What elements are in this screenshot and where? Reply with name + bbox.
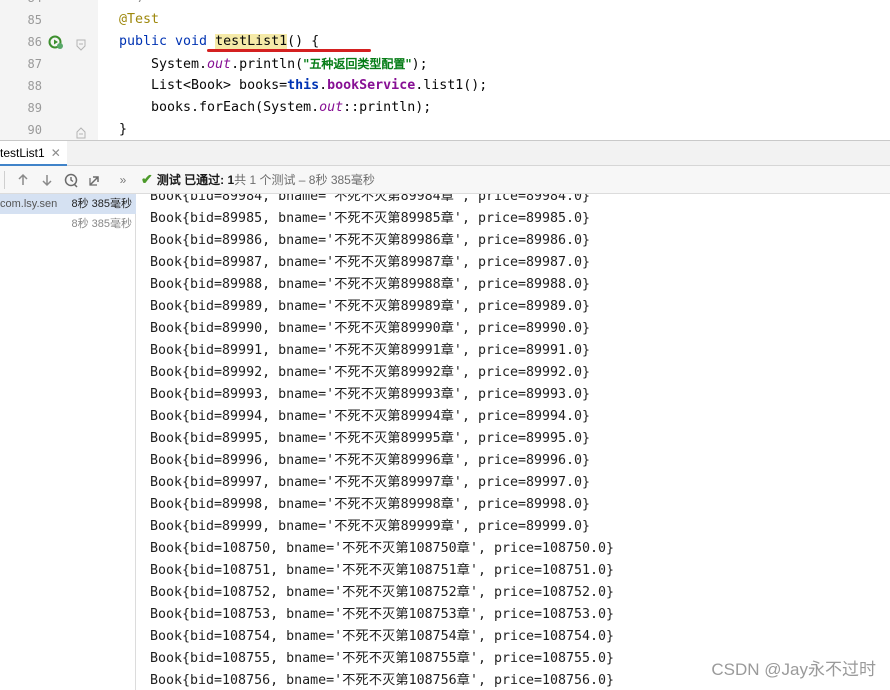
code-text: List<Book> books=	[151, 78, 288, 93]
console-line: Book{bid=108755, bname='不死不灭第108755章', p…	[150, 651, 615, 666]
more-icon[interactable]: »	[113, 170, 133, 190]
line-number: 85	[27, 13, 42, 27]
console-line: Book{bid=89998, bname='不死不灭第89998章', pri…	[150, 497, 591, 512]
code-line: 88 List<Book> books=this.bookService.lis…	[0, 75, 890, 97]
export-icon[interactable]	[85, 170, 105, 190]
status-count: 1	[227, 172, 235, 187]
arrow-up-icon[interactable]	[13, 170, 33, 190]
fold-marker-icon[interactable]	[76, 36, 86, 51]
toolbar-divider	[4, 170, 5, 189]
console-line: Book{bid=89994, bname='不死不灭第89994章', pri…	[150, 409, 591, 424]
code-statement: List<Book> books=this.bookService.list1(…	[151, 75, 487, 97]
test-status: ✔ 测试 已通过: 1 共 1 个测试 – 8秒 385毫秒	[141, 171, 375, 188]
code-statement: System.out.println("五种返回类型配置");	[151, 53, 428, 76]
code-text: ::println);	[343, 100, 432, 115]
console-line: Book{bid=89984, bname='不死不灭第89984章', pri…	[150, 194, 591, 204]
console-output[interactable]: Book{bid=89984, bname='不死不灭第89984章', pri…	[137, 194, 890, 690]
console-line: Book{bid=108753, bname='不死不灭第108753章', p…	[150, 607, 615, 622]
console-line: Book{bid=89991, bname='不死不灭第89991章', pri…	[150, 343, 591, 358]
console-line: Book{bid=89995, bname='不死不灭第89995章', pri…	[150, 431, 591, 446]
code-line: 90 }	[0, 119, 890, 140]
console-line: Book{bid=108752, bname='不死不灭第108752章', p…	[150, 585, 615, 600]
line-number: 89	[27, 101, 42, 115]
tree-item-time: 8秒 385毫秒	[71, 198, 132, 210]
console-line: Book{bid=108754, bname='不死不灭第108754章', p…	[150, 629, 615, 644]
code-text: books.forEach(System.	[151, 100, 320, 115]
console-line: Book{bid=89997, bname='不死不灭第89997章', pri…	[150, 475, 591, 490]
code-statement: books.forEach(System.out::println);	[151, 97, 431, 119]
console-line: Book{bid=89992, bname='不死不灭第89992章', pri…	[150, 365, 591, 380]
code-line: 87 System.out.println("五种返回类型配置");	[0, 53, 890, 75]
tab-label: testList1	[0, 145, 45, 160]
annotation-text: @Test	[119, 12, 160, 27]
status-summary: 共 1 个测试 – 8秒 385毫秒	[234, 173, 375, 187]
field-name: bookService	[327, 78, 416, 93]
keyword-text: this	[287, 78, 320, 93]
console-line: Book{bid=108751, bname='不死不灭第108751章', p…	[150, 563, 615, 578]
console-line: Book{bid=89990, bname='不死不灭第89990章', pri…	[150, 321, 591, 336]
console-line: Book{bid=89989, bname='不死不灭第89989章', pri…	[150, 299, 591, 314]
console-lines: Book{bid=89984, bname='不死不灭第89984章', pri…	[150, 194, 614, 690]
tree-item-name: com.lsy.sen	[0, 198, 58, 210]
keyword-text: public void	[119, 34, 216, 49]
status-passed: 已通过:	[184, 173, 225, 187]
tree-row[interactable]: com.lsy.sen 8秒 385毫秒	[0, 194, 136, 214]
console-line: Book{bid=89993, bname='不死不灭第89993章', pri…	[150, 387, 591, 402]
console-line: Book{bid=89996, bname='不死不灭第89996章', pri…	[150, 453, 591, 468]
status-label: 测试	[156, 173, 181, 187]
code-line: 85 @Test	[0, 9, 890, 31]
code-text: );	[411, 57, 428, 72]
arrow-down-icon[interactable]	[37, 170, 57, 190]
close-icon[interactable]: ✕	[51, 146, 61, 160]
method-name[interactable]: testList1	[215, 34, 288, 49]
code-text: () {	[287, 34, 320, 49]
code-text: .	[319, 78, 328, 93]
tree-row[interactable]: 8秒 385毫秒	[0, 214, 136, 234]
run-test-icon[interactable]	[48, 34, 64, 50]
test-toolbar: » ✔ 测试 已通过: 1 共 1 个测试 – 8秒 385毫秒	[0, 166, 890, 194]
console-line: Book{bid=89987, bname='不死不灭第89987章', pri…	[150, 255, 591, 270]
code-editor[interactable]: 84 */ 85 @Test 86 public void testList1(…	[0, 0, 890, 140]
code-text: */	[130, 0, 146, 9]
console-line: Book{bid=89986, bname='不死不灭第89986章', pri…	[150, 233, 591, 248]
code-text: }	[119, 122, 128, 137]
console-line: Book{bid=89985, bname='不死不灭第89985章', pri…	[150, 211, 591, 226]
console-line: Book{bid=108750, bname='不死不灭第108750章', p…	[150, 541, 615, 556]
static-field: out	[319, 100, 344, 115]
line-number: 87	[27, 57, 42, 71]
test-tree: com.lsy.sen 8秒 385毫秒 8秒 385毫秒	[0, 194, 136, 690]
console-line: Book{bid=89988, bname='不死不灭第89988章', pri…	[150, 277, 591, 292]
tree-item-time: 8秒 385毫秒	[71, 218, 132, 230]
code-text: .list1();	[415, 78, 488, 93]
code-line: 89 books.forEach(System.out::println);	[0, 97, 890, 119]
line-number: 84	[0, 0, 42, 9]
fold-marker-icon[interactable]	[76, 124, 86, 139]
code-line: 86 public void testList1() {	[0, 31, 890, 53]
red-underline-annotation	[207, 49, 371, 52]
line-number: 88	[27, 79, 42, 93]
static-field: out	[207, 57, 232, 72]
console-line: Book{bid=108756, bname='不死不灭第108756章', p…	[150, 673, 615, 688]
code-line: 84 */	[0, 0, 890, 9]
line-number: 86	[27, 35, 42, 49]
watermark: CSDN @Jay永不过时	[711, 660, 876, 679]
code-text: System.	[151, 57, 208, 72]
check-icon: ✔	[141, 171, 153, 187]
tab-testlist1[interactable]: testList1 ✕	[0, 141, 67, 166]
line-number: 90	[27, 123, 42, 137]
code-text: .println(	[231, 57, 304, 72]
string-literal: "五种返回类型配置"	[303, 57, 412, 71]
console-line: Book{bid=89999, bname='不死不灭第89999章', pri…	[150, 519, 591, 534]
run-tab-bar: testList1 ✕	[0, 140, 890, 166]
history-icon[interactable]	[61, 170, 81, 190]
